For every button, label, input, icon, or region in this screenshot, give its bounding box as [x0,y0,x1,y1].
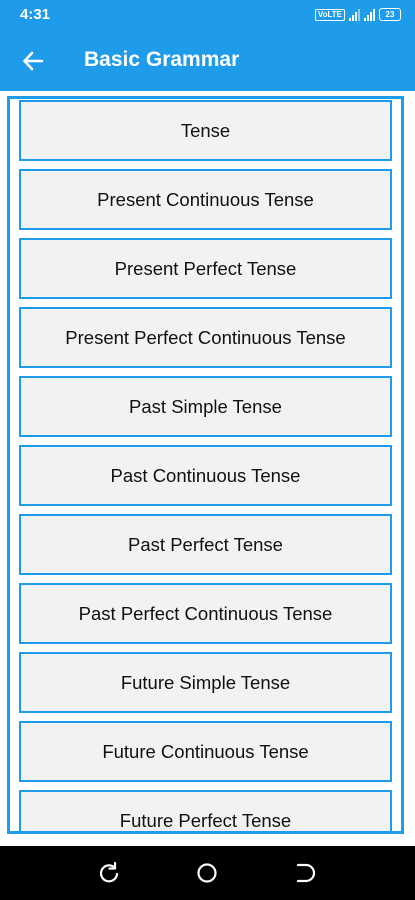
list-item-future-perfect[interactable]: Future Perfect Tense [19,790,392,831]
arrow-left-icon [23,51,44,71]
list-item-present-continuous[interactable]: Present Continuous Tense [19,169,392,230]
signal-icon [364,8,375,21]
back-button[interactable] [14,42,52,80]
tense-list: Tense Present Continuous Tense Present P… [19,100,392,831]
list-item-past-continuous[interactable]: Past Continuous Tense [19,445,392,506]
tense-list-container[interactable]: Tense Present Continuous Tense Present P… [7,96,404,834]
system-nav-bar [0,846,415,900]
list-item-present-perfect-continuous[interactable]: Present Perfect Continuous Tense [19,307,392,368]
list-item-past-simple[interactable]: Past Simple Tense [19,376,392,437]
back-icon[interactable] [292,860,318,886]
home-icon[interactable] [194,860,220,886]
signal-icon [349,8,360,21]
list-item-tense[interactable]: Tense [19,100,392,161]
status-icons: VoLTE 23 [314,8,401,21]
list-item-past-perfect-continuous[interactable]: Past Perfect Continuous Tense [19,583,392,644]
status-time: 4:31 [20,6,51,23]
list-item-future-simple[interactable]: Future Simple Tense [19,652,392,713]
list-item-past-perfect[interactable]: Past Perfect Tense [19,514,392,575]
status-bar: 4:31 VoLTE 23 [0,0,415,30]
list-item-future-continuous[interactable]: Future Continuous Tense [19,721,392,782]
page-title: Basic Grammar [84,48,240,71]
volte-badge: VoLTE [314,8,345,21]
list-item-present-perfect[interactable]: Present Perfect Tense [19,238,392,299]
app-bar: Basic Grammar [0,30,415,91]
recents-icon[interactable] [96,860,122,886]
battery-icon: 23 [379,8,401,21]
